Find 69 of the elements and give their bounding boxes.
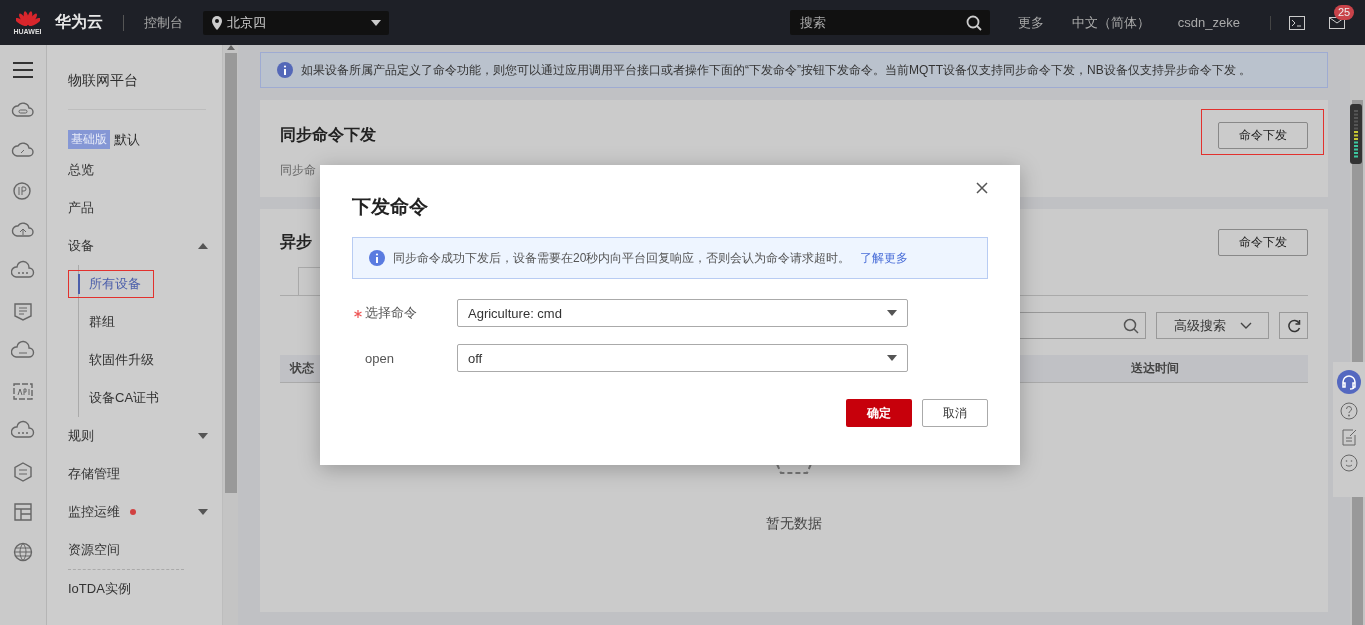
- send-command-button[interactable]: 命令下发: [1218, 122, 1308, 149]
- chevron-down-icon: [1239, 322, 1252, 329]
- refresh-button[interactable]: [1279, 312, 1308, 339]
- globe-icon[interactable]: [11, 540, 35, 564]
- nav-item[interactable]: 监控运维: [68, 493, 222, 531]
- search-field[interactable]: 搜索: [789, 10, 990, 35]
- nav-item[interactable]: 设备CA证书: [79, 379, 222, 417]
- console-link[interactable]: 控制台: [144, 13, 183, 32]
- headset-icon[interactable]: [1337, 370, 1361, 394]
- search-input[interactable]: 搜索: [797, 14, 966, 31]
- edition-name[interactable]: 默认: [114, 130, 140, 149]
- region-select[interactable]: 北京四: [203, 10, 389, 35]
- layout-icon[interactable]: [11, 500, 35, 524]
- required-icon: [354, 309, 362, 318]
- close-icon: [976, 182, 988, 194]
- caret-icon: [887, 310, 897, 316]
- caret-icon: [887, 355, 897, 361]
- notification-badge: 25: [1334, 4, 1355, 20]
- nav-item[interactable]: 存储管理: [68, 455, 222, 493]
- nav-item[interactable]: IoTDA实例: [68, 570, 222, 608]
- hexagon-icon[interactable]: [11, 460, 35, 484]
- section-description: 同步命: [280, 162, 317, 179]
- field-label: 选择命令: [365, 304, 417, 322]
- notice-text: 如果设备所属产品定义了命令功能，则您可以通过应用调用平台接口或者操作下面的“下发命令”按钮下发命令。当前MQTT设备仅支持同步命令下发，NB设备仅支持异步命令下发 。: [301, 61, 1251, 79]
- top-link[interactable]: 中文（简体）: [1071, 13, 1150, 32]
- nav-item[interactable]: 规则: [68, 417, 222, 455]
- flower-icon: [15, 10, 40, 28]
- nav-item[interactable]: 产品: [68, 189, 222, 227]
- column-header: 送达时间: [1131, 360, 1179, 377]
- field-label: open: [365, 350, 394, 366]
- edit-note-icon[interactable]: [1340, 428, 1358, 446]
- help-icon[interactable]: [1340, 402, 1358, 420]
- edition-badge: 基础版: [68, 130, 110, 149]
- cancel-button[interactable]: 取消: [922, 399, 988, 427]
- section-title: 异步: [280, 232, 312, 252]
- menu-icon[interactable]: [13, 62, 33, 78]
- send-command-button[interactable]: 命令下发: [1218, 229, 1308, 256]
- terminal-icon[interactable]: [1289, 15, 1305, 30]
- top-link[interactable]: csdn_zeke: [1177, 15, 1240, 30]
- info-icon: [277, 62, 293, 78]
- column-header: 状态: [290, 360, 314, 377]
- scrollbar[interactable]: [222, 45, 238, 625]
- sidebar-title: 物联网平台: [68, 72, 139, 87]
- info-icon: [369, 250, 385, 266]
- search-icon[interactable]: [965, 14, 982, 31]
- refresh-icon: [1286, 318, 1301, 333]
- nav-item[interactable]: 软固件升级: [79, 341, 222, 379]
- location-pin-icon: [211, 15, 223, 30]
- level-meter-drawing: [1350, 104, 1362, 164]
- mail-icon[interactable]: [1329, 16, 1345, 29]
- list-icon[interactable]: [11, 300, 35, 324]
- caret-icon: [371, 19, 381, 26]
- nav-item[interactable]: 资源空间: [68, 531, 222, 569]
- nav-item[interactable]: 总览: [68, 151, 222, 189]
- smiley-icon[interactable]: [1340, 454, 1358, 472]
- advanced-search-button[interactable]: 高级搜索: [1156, 312, 1269, 339]
- empty-state-text: 暂无数据: [766, 515, 822, 533]
- top-link[interactable]: 更多: [1017, 13, 1044, 32]
- confirm-button[interactable]: 确定: [846, 399, 912, 427]
- alert-text: 同步命令成功下发后，设备需要在20秒内向平台回复响应，否则会认为命令请求超时。: [393, 249, 851, 267]
- nav-item[interactable]: 群组: [79, 303, 222, 341]
- select-field[interactable]: off: [457, 344, 908, 372]
- nav-item[interactable]: 设备: [68, 227, 222, 265]
- select-field[interactable]: Agriculture: cmd: [457, 299, 908, 327]
- section-title: 同步命令下发: [280, 125, 376, 145]
- close-button[interactable]: [976, 182, 988, 194]
- learn-more-link[interactable]: 了解更多: [860, 249, 909, 267]
- brand-name[interactable]: 华为云: [55, 12, 103, 33]
- dialog-title: 下发命令: [352, 195, 428, 219]
